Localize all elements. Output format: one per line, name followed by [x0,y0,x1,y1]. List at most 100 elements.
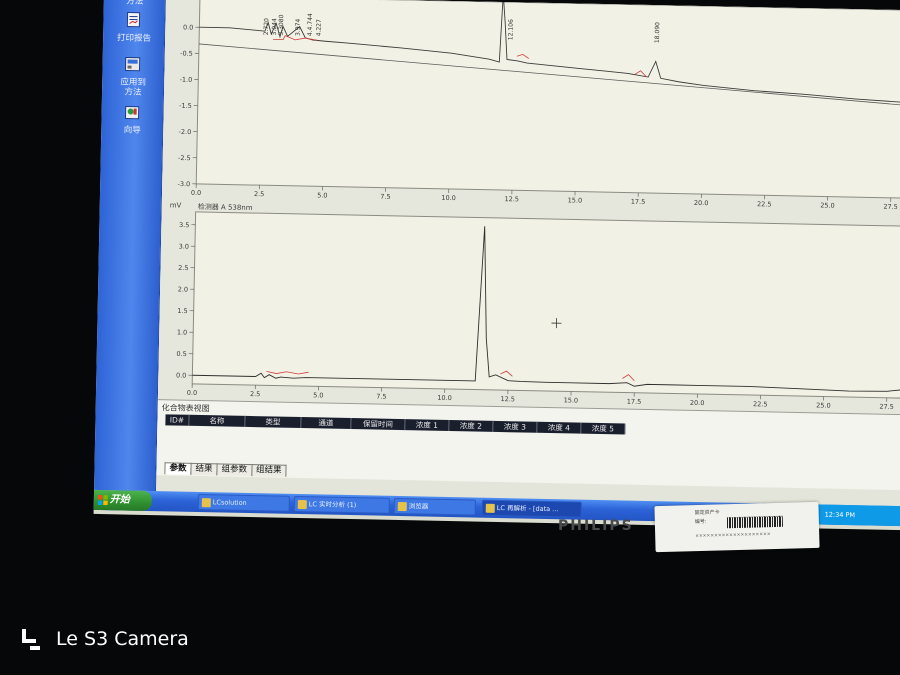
peak-label: 3.974 [294,18,301,35]
compound-table-panel: 化合物表视图 ID# 名称 类型 通道 保留时间 浓度 1 浓度 2 浓度 3 浓度 4 浓度 5… [156,399,900,491]
monitor-screen: 方法 打印报告 应用到 方法 向导 0.0 -0.5 -1.0 -1.5 -2.… [93,0,900,531]
plot-area [195,0,900,199]
app-icon [201,498,211,508]
peak-label: 4.4.744 [307,13,314,36]
x-tick-label: 7.5 [376,393,387,401]
x-tick-label: 0.0 [191,189,202,197]
y-tick-label: 3.0 [179,242,190,250]
le-logo-icon [22,628,40,650]
sheet-tabs: 参数 结果 组参数 组结果 [164,462,287,477]
compound-table-title: 化合物表视图 [161,403,210,414]
tab-group-results[interactable]: 组结果 [250,464,287,477]
x-tick-label: 2.5 [250,390,261,398]
column-header[interactable]: 浓度 2 [449,420,494,432]
x-tick-label: 10.0 [441,194,456,202]
x-tick-label: 20.0 [694,199,709,207]
clock[interactable]: 12:34 PM [825,511,855,520]
column-header[interactable]: 浓度 4 [537,421,582,434]
x-tick-label: 2.5 [254,190,265,198]
x-tick-label: 25.0 [820,201,835,209]
sidebar-item-label: 打印报告 [116,33,152,44]
sidebar-item-print-report[interactable]: 打印报告 [109,10,160,44]
photo-stage: 方法 打印报告 应用到 方法 向导 0.0 -0.5 -1.0 -1.5 -2.… [0,0,900,675]
windows-flag-icon [97,494,108,506]
taskbar-item-realtime-analysis[interactable]: LC 实时分析 (1) [293,495,390,514]
tab-results[interactable]: 结果 [190,462,218,476]
camera-watermark: Le S3 Camera [22,628,189,651]
x-tick-label: 15.0 [568,196,583,204]
column-header[interactable]: 名称 [189,414,246,427]
column-header[interactable]: 浓度 5 [581,422,626,435]
column-header[interactable]: 保留时间 [351,418,406,431]
y-tick-label: 0.0 [183,23,194,31]
y-tick-label: -2.0 [178,128,191,136]
top-chromatogram-panel: 0.0 -0.5 -1.0 -1.5 -2.0 -2.5 -3.0 0.0 2.5 5.0 7.5… [161,0,900,215]
x-tick-label: 7.5 [380,193,391,201]
x-tick-label: 27.5 [879,403,894,411]
app-icon [297,499,307,510]
sidebar-item-label: 应用到 方法 [120,77,147,98]
y-tick-label: -0.5 [180,49,193,57]
app-icon [485,503,495,513]
peak-label: 18.090 [654,22,661,43]
sticker-line-2: 编号: [694,518,707,526]
sticker-line-3: ×××××××××××××××××××× [695,532,771,540]
peak-label: 12.106 [507,19,514,40]
start-label: 开始 [109,494,130,506]
x-tick-label: 15.0 [564,396,579,404]
x-tick-label: 12.5 [504,195,519,203]
sidebar-item-wizard[interactable]: 向导 [107,102,158,136]
y-tick-label: 2.5 [178,264,189,272]
sidebar-item-label: 向导 [123,125,141,136]
taskbar-item-lcsolution[interactable]: LCsolution [197,493,290,512]
main-area: 0.0 -0.5 -1.0 -1.5 -2.0 -2.5 -3.0 0.0 2.5 5.0 7.5… [156,0,900,507]
x-tick-label: 5.0 [313,391,324,399]
barcode-icon [726,515,784,529]
tab-group-parameters[interactable]: 组参数 [216,463,253,477]
taskbar-item-label: LC 再解析 - [data ... [496,503,559,514]
column-header[interactable]: 浓度 1 [405,419,450,432]
column-header[interactable]: 通道 [301,417,352,430]
y-tick-label: 0.5 [176,350,187,358]
top-chromatogram[interactable]: 0.0 -0.5 -1.0 -1.5 -2.0 -2.5 -3.0 0.0 2.5 5.0 7.5… [162,0,900,214]
column-header[interactable]: 浓度 3 [493,420,538,433]
taskbar-item-postrun[interactable]: LC 再解析 - [data ... [481,499,582,518]
x-tick-label: 17.5 [631,198,646,206]
bottom-chromatogram[interactable]: mV 检测器 A 538nm 3.53.02.52.01.51.00.50.0 … [158,199,900,414]
y-axis-unit: mV [170,201,182,209]
compound-table-header: ID# 名称 类型 通道 保留时间 浓度 1 浓度 2 浓度 3 浓度 4 浓度 5 [165,414,626,435]
report-icon [126,11,141,28]
x-tick-label: 20.0 [690,399,705,407]
column-header[interactable]: 类型 [245,415,302,429]
tab-parameters[interactable]: 参数 [164,462,192,475]
plot-area [191,211,900,399]
sticker-line-1: 固定资产卡 [694,509,720,517]
asset-sticker: 固定资产卡 编号: ×××××××××××××××××××× [654,501,820,553]
taskbar-item-label: 浏览器 [408,502,429,511]
detector-channel-label: 检测器 A 538nm [198,202,253,212]
taskbar-item-label: LC 实时分析 (1) [308,500,357,510]
left-sidebar: 方法 打印报告 应用到 方法 向导 [94,0,166,492]
sidebar-item-apply-method[interactable]: 应用到 方法 [108,54,159,98]
start-button[interactable]: 开始 [93,489,153,512]
y-tick-label: -2.5 [178,154,191,162]
peak-label: 3.3080 [278,14,285,35]
x-tick-label: 10.0 [437,394,452,402]
taskbar-item-label: LCsolution [212,498,247,507]
y-tick-label: 2.0 [178,285,189,293]
taskbar-item-browser[interactable]: 浏览器 [393,497,476,516]
column-header[interactable]: ID# [165,414,190,426]
wizard-icon [124,105,140,120]
sidebar-item-label: 方法 [126,0,144,7]
y-tick-label: -1.0 [180,76,193,84]
x-tick-label: 12.5 [500,395,515,403]
y-tick-label: -3.0 [177,180,190,188]
x-tick-label: 27.5 [883,203,898,211]
x-tick-label: 17.5 [627,398,642,406]
peak-label: 4.227 [315,19,322,36]
x-tick-label: 25.0 [816,401,831,409]
y-tick-label: -1.5 [179,102,192,110]
apply-method-icon [124,56,141,72]
peak-label: 2.720 [263,18,270,35]
sidebar-item-method-partial[interactable]: 方法 [110,0,160,7]
